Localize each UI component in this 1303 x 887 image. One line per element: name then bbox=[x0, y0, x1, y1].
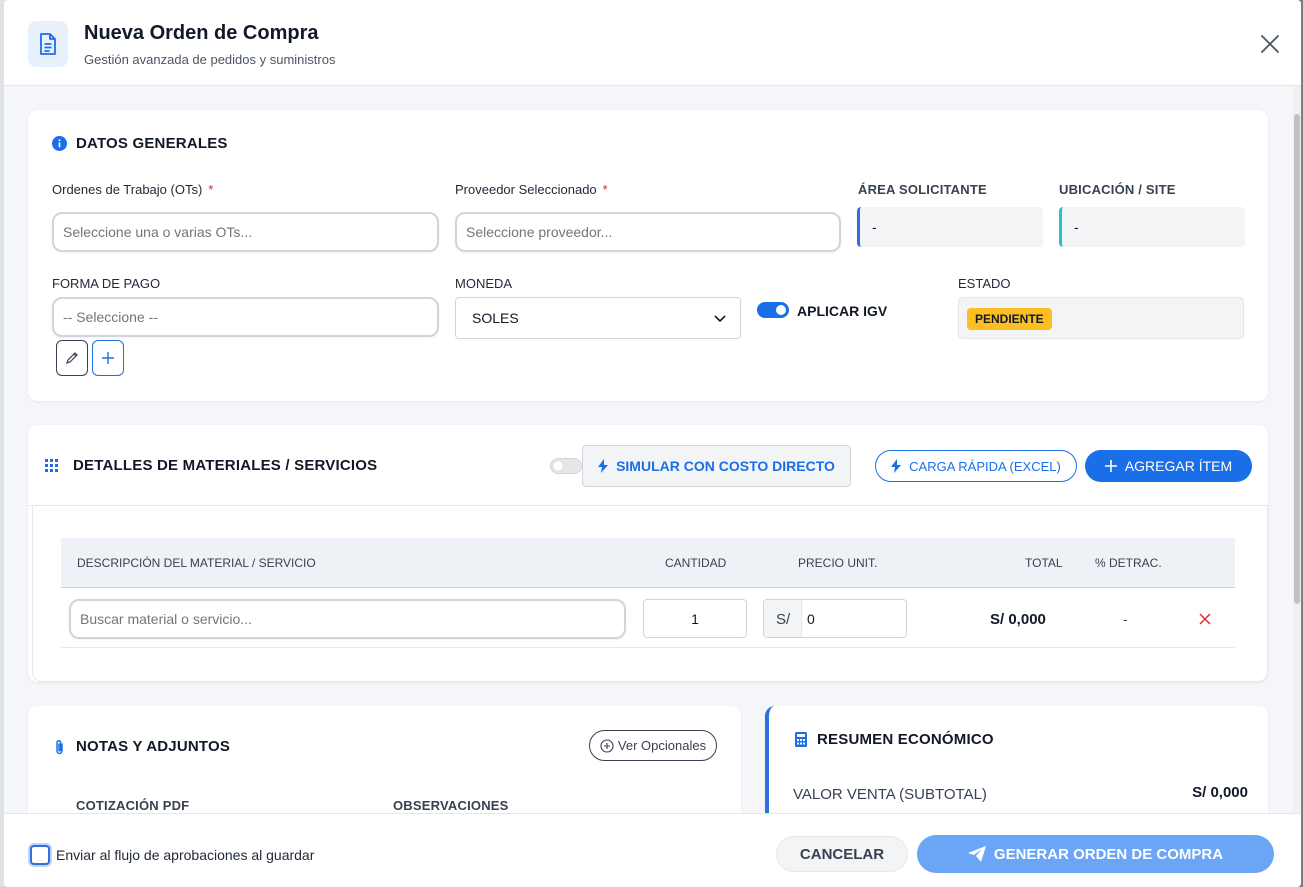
ver-opcionales-label: Ver Opcionales bbox=[617, 738, 707, 753]
moneda-label: MONEDA bbox=[455, 276, 513, 291]
modal-subtitle: Gestión avanzada de pedidos y suministro… bbox=[84, 52, 336, 67]
subtotal-label: VALOR VENTA (SUBTOTAL) bbox=[793, 786, 987, 803]
notes-section-title: NOTAS Y ADJUNTOS bbox=[76, 738, 231, 755]
grid-icon bbox=[45, 459, 58, 472]
scrollbar-thumb[interactable] bbox=[1294, 114, 1300, 604]
modal-title: Nueva Orden de Compra bbox=[84, 22, 319, 44]
general-section-title: DATOS GENERALES bbox=[76, 135, 228, 152]
precio-input[interactable]: 0 bbox=[807, 611, 815, 627]
row-total: S/ 0,000 bbox=[990, 611, 1046, 628]
table-row-divider bbox=[61, 647, 1235, 648]
chevron-down-icon bbox=[714, 315, 726, 323]
summary-card: RESUMEN ECONÓMICO VALOR VENTA (SUBTOTAL)… bbox=[765, 706, 1268, 826]
modal-footer: Enviar al flujo de aprobaciones al guard… bbox=[4, 813, 1301, 887]
status-badge: PENDIENTE bbox=[967, 308, 1052, 330]
col-total: TOTAL bbox=[1025, 556, 1063, 570]
row-detrac: - bbox=[1123, 611, 1128, 627]
simular-button[interactable]: SIMULAR CON COSTO DIRECTO bbox=[582, 445, 851, 487]
plus-icon bbox=[1104, 460, 1117, 472]
purchase-order-modal: Nueva Orden de Compra Gestión avanzada d… bbox=[4, 0, 1301, 887]
calculator-icon bbox=[795, 732, 807, 747]
cantidad-input[interactable]: 1 bbox=[643, 599, 747, 638]
required-mark: * bbox=[602, 182, 608, 197]
pencil-icon bbox=[66, 352, 78, 364]
proveedor-label: Proveedor Seleccionado * bbox=[455, 182, 608, 197]
simular-label: SIMULAR CON COSTO DIRECTO bbox=[616, 458, 835, 474]
area-label: ÁREA SOLICITANTE bbox=[858, 182, 987, 197]
send-icon bbox=[967, 846, 986, 862]
plus-icon bbox=[102, 352, 114, 364]
bolt-icon bbox=[598, 459, 609, 473]
material-search-input[interactable] bbox=[69, 599, 626, 639]
ots-select[interactable] bbox=[52, 212, 439, 252]
info-icon bbox=[52, 136, 67, 151]
document-icon bbox=[28, 21, 68, 67]
carga-rapida-label: CARGA RÁPIDA (EXCEL) bbox=[909, 458, 1061, 474]
ots-label: Ordenes de Trabajo (OTs) * bbox=[52, 182, 214, 197]
area-value: - bbox=[857, 207, 1043, 247]
observaciones-label: OBSERVACIONES bbox=[393, 798, 509, 813]
generate-order-button[interactable]: GENERAR ORDEN DE COMPRA bbox=[917, 835, 1274, 873]
general-data-card: DATOS GENERALES Ordenes de Trabajo (OTs)… bbox=[28, 110, 1268, 401]
subtotal-value: S/ 0,000 bbox=[1192, 784, 1248, 801]
estado-field: PENDIENTE bbox=[958, 297, 1244, 339]
items-table-header: DESCRIPCIÓN DEL MATERIAL / SERVICIO CANT… bbox=[61, 538, 1235, 588]
col-detrac: % DETRAC. bbox=[1095, 556, 1162, 570]
proveedor-select[interactable] bbox=[455, 212, 841, 252]
cotizacion-label: COTIZACIÓN PDF bbox=[76, 798, 190, 813]
col-descripcion: DESCRIPCIÓN DEL MATERIAL / SERVICIO bbox=[77, 556, 316, 570]
generate-order-label: GENERAR ORDEN DE COMPRA bbox=[993, 845, 1224, 863]
forma-pago-label: FORMA DE PAGO bbox=[52, 276, 161, 291]
bolt-icon bbox=[891, 459, 902, 473]
forma-pago-select[interactable] bbox=[52, 297, 439, 337]
items-table-container bbox=[32, 505, 1268, 682]
moneda-value: SOLES bbox=[472, 310, 519, 326]
close-icon[interactable] bbox=[1258, 32, 1282, 56]
plus-circle-icon bbox=[600, 738, 614, 753]
add-item-button[interactable]: AGREGAR ÍTEM bbox=[1085, 450, 1252, 482]
simular-toggle[interactable] bbox=[550, 458, 582, 474]
currency-prefix: S/ bbox=[764, 600, 802, 637]
ver-opcionales-button[interactable]: Ver Opcionales bbox=[589, 730, 717, 761]
ubicacion-value: - bbox=[1059, 207, 1245, 247]
summary-section-title: RESUMEN ECONÓMICO bbox=[817, 731, 994, 748]
moneda-select[interactable]: SOLES bbox=[455, 297, 741, 339]
add-payment-button[interactable] bbox=[92, 340, 124, 376]
modal-header: Nueva Orden de Compra Gestión avanzada d… bbox=[4, 0, 1301, 86]
content-scrollbar[interactable] bbox=[1293, 86, 1301, 813]
details-section-title: DETALLES DE MATERIALES / SERVICIOS bbox=[73, 457, 378, 474]
edit-payment-button[interactable] bbox=[56, 340, 88, 376]
igv-label: APLICAR IGV bbox=[797, 303, 888, 319]
carga-rapida-button[interactable]: CARGA RÁPIDA (EXCEL) bbox=[875, 450, 1077, 482]
estado-label: ESTADO bbox=[958, 276, 1011, 291]
precio-field: S/ 0 bbox=[763, 599, 907, 638]
approval-flow-checkbox[interactable] bbox=[30, 845, 50, 865]
igv-toggle[interactable] bbox=[757, 302, 789, 318]
approval-flow-label: Enviar al flujo de aprobaciones al guard… bbox=[56, 847, 315, 863]
cancel-button[interactable]: CANCELAR bbox=[776, 836, 908, 872]
ubicacion-label: UBICACIÓN / SITE bbox=[1059, 182, 1176, 197]
required-mark: * bbox=[208, 182, 214, 197]
add-item-label: AGREGAR ÍTEM bbox=[1124, 458, 1233, 474]
col-cantidad: CANTIDAD bbox=[665, 556, 727, 570]
paperclip-icon bbox=[56, 739, 63, 755]
notes-card: NOTAS Y ADJUNTOS Ver Opcionales COTIZACI… bbox=[28, 706, 741, 826]
details-card: DETALLES DE MATERIALES / SERVICIOS SIMUL… bbox=[28, 425, 1268, 682]
col-precio: PRECIO UNIT. bbox=[798, 556, 878, 570]
delete-row-icon[interactable] bbox=[1199, 613, 1211, 625]
